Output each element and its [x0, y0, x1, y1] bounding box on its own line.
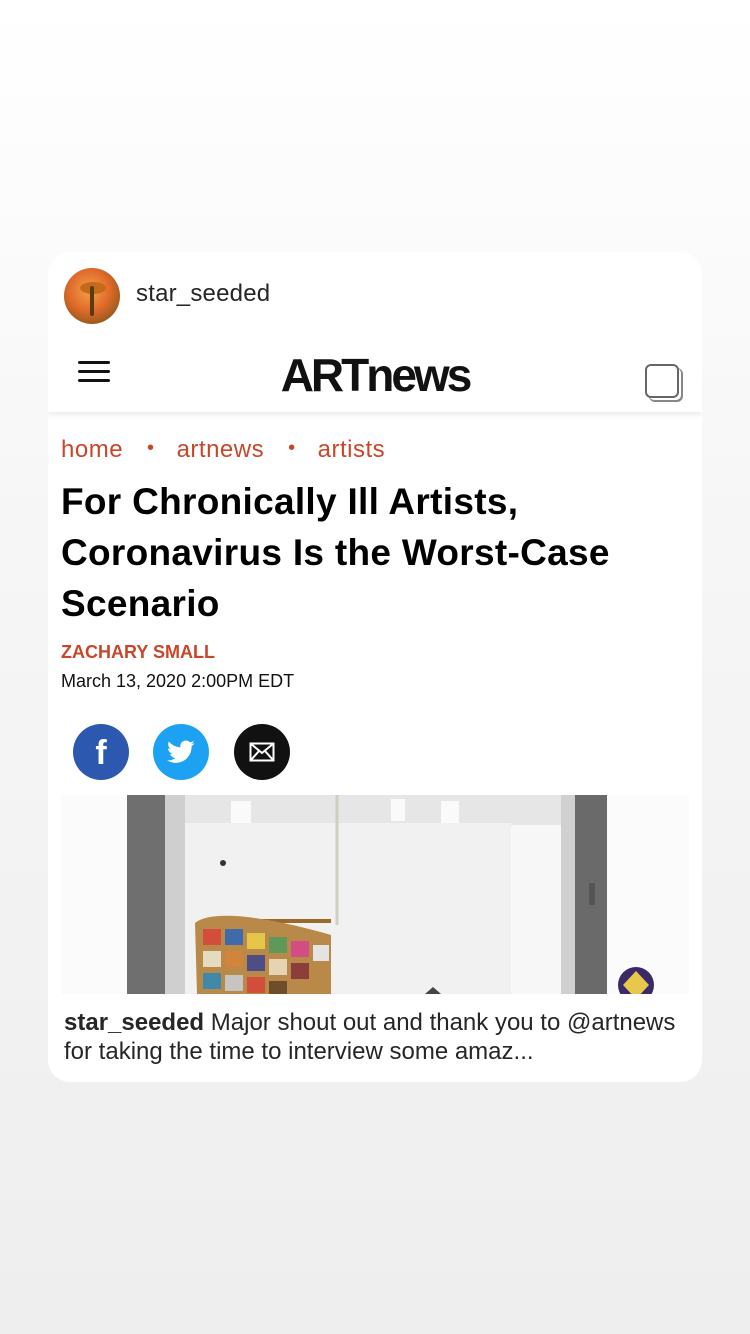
article-author[interactable]: ZACHARY SMALL [61, 642, 215, 663]
article-photo[interactable] [61, 795, 689, 994]
email-share-button[interactable] [234, 724, 290, 780]
breadcrumb-separator: • [288, 437, 296, 459]
breadcrumb-artists[interactable]: artists [318, 436, 386, 463]
breadcrumb-separator: • [147, 437, 155, 459]
breadcrumb: home • artnews • artists [61, 436, 385, 464]
caption-username[interactable]: star_seeded [64, 1009, 204, 1036]
facebook-share-button[interactable]: f [73, 724, 129, 780]
site-nav-bar: ARTnews [48, 334, 702, 412]
site-logo[interactable]: ARTnews [48, 348, 702, 402]
post-header: star_seeded [48, 252, 702, 334]
post-username[interactable]: star_seeded [136, 280, 270, 308]
twitter-icon [167, 740, 195, 763]
article-headline: For Chronically Ill Artists, Coronavirus… [61, 481, 610, 624]
email-icon [249, 742, 275, 762]
share-icon[interactable] [645, 364, 679, 398]
shared-post-card[interactable]: star_seeded ARTnews home • artnews • artists… [48, 252, 702, 1082]
breadcrumb-home[interactable]: home [61, 436, 123, 463]
breadcrumb-artnews[interactable]: artnews [177, 436, 265, 463]
avatar[interactable] [64, 268, 120, 324]
post-caption[interactable]: star_seeded Major shout out and thank yo… [64, 1008, 694, 1066]
gallery-photo [61, 795, 689, 994]
article-date: March 13, 2020 2:00PM EDT [61, 671, 295, 691]
twitter-share-button[interactable] [153, 724, 209, 780]
facebook-icon: f [95, 733, 107, 772]
